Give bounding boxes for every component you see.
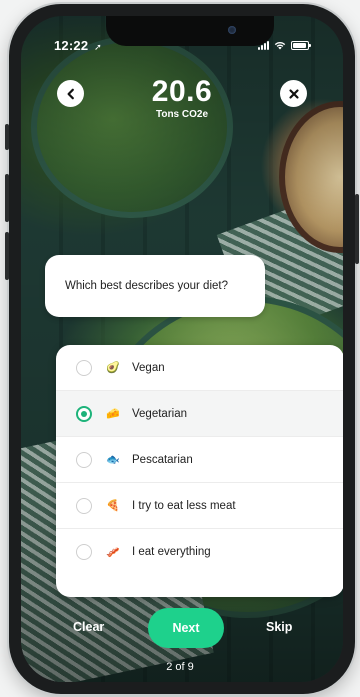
score-unit: Tons CO2e — [155, 109, 209, 120]
location-arrow-icon: ➚ — [94, 42, 102, 52]
status-indicators — [258, 41, 311, 50]
clear-button[interactable]: Clear — [73, 620, 104, 634]
mute-switch — [5, 124, 9, 150]
option-label: Vegetarian — [132, 407, 187, 420]
skip-button[interactable]: Skip — [266, 620, 292, 634]
bacon-icon: 🥓 — [106, 546, 120, 559]
cheese-icon: 🧀 — [106, 408, 120, 420]
volume-up-button — [5, 174, 9, 222]
radio-button-selected[interactable] — [76, 405, 92, 422]
radio-button[interactable] — [76, 359, 92, 376]
radio-button[interactable] — [76, 497, 92, 514]
avocado-icon: 🥑 — [106, 362, 120, 374]
answer-options-list: 🥑 Vegan 🧀 Vegetarian 🐟 Pescatarian 🍕 I t… — [56, 345, 343, 597]
carbon-score: 20.6 Tons CO2e — [21, 75, 343, 121]
option-pescatarian[interactable]: 🐟 Pescatarian — [56, 437, 343, 483]
option-everything[interactable]: 🥓 I eat everything — [56, 529, 343, 575]
option-label: Vegan — [132, 361, 165, 374]
radio-button[interactable] — [76, 451, 92, 468]
volume-down-button — [5, 232, 9, 280]
score-value: 20.6 — [151, 75, 213, 108]
option-label: I eat everything — [132, 546, 211, 558]
power-button — [355, 194, 359, 264]
notch — [106, 16, 274, 46]
cellular-signal-icon — [258, 41, 269, 50]
bottom-action-bar: Clear Next Skip — [0, 608, 360, 648]
question-card: Which best describes your diet? — [45, 255, 265, 317]
option-label: I try to eat less meat — [132, 499, 236, 512]
fish-icon: 🐟 — [106, 454, 120, 466]
app-screen: 12:22 ➚ 20.6 Tons CO2e Which best descri… — [21, 16, 343, 682]
page-indicator: 2 of 9 — [166, 661, 194, 673]
option-vegetarian[interactable]: 🧀 Vegetarian — [56, 391, 343, 437]
next-button[interactable]: Next — [148, 608, 224, 648]
wifi-icon — [274, 41, 286, 50]
pizza-icon: 🍕 — [106, 500, 120, 512]
status-time: 12:22 ➚ — [54, 38, 102, 53]
question-text: Which best describes your diet? — [65, 280, 228, 292]
battery-icon — [291, 41, 311, 50]
option-label: Pescatarian — [132, 453, 193, 466]
status-time-text: 12:22 — [54, 38, 89, 53]
camera-icon — [228, 26, 236, 34]
option-vegan[interactable]: 🥑 Vegan — [56, 345, 343, 391]
phone-frame: 12:22 ➚ 20.6 Tons CO2e Which best descri… — [5, 4, 359, 694]
option-less-meat[interactable]: 🍕 I try to eat less meat — [56, 483, 343, 529]
radio-button[interactable] — [76, 544, 92, 560]
